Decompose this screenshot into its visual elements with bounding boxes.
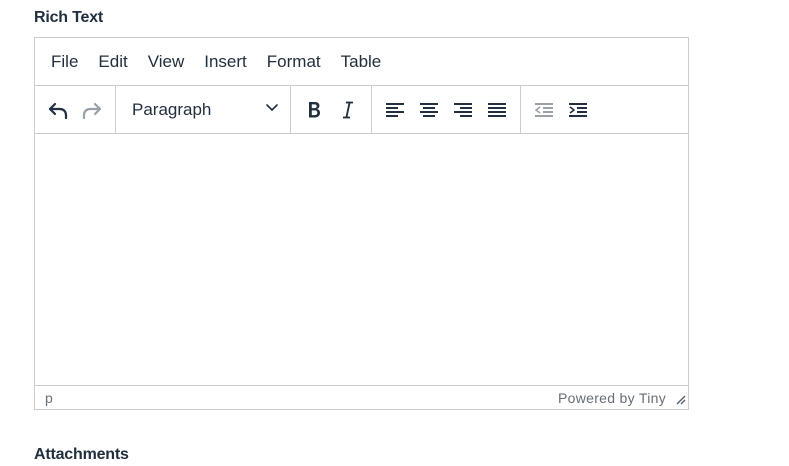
align-justify-icon [485,98,509,122]
rich-text-editor: File Edit View Insert Format Table Parag… [34,37,689,410]
italic-button[interactable] [331,93,365,127]
resize-handle[interactable] [672,394,686,408]
history-group [35,86,116,133]
outdent-button[interactable] [527,93,561,127]
outdent-icon [532,98,556,122]
redo-button[interactable] [75,93,109,127]
menu-format[interactable]: Format [257,47,331,76]
undo-icon [46,98,70,122]
indent-group [521,86,601,133]
resize-grip-icon [674,392,686,408]
redo-icon [80,98,104,122]
bold-icon [302,98,326,122]
editor-content-area[interactable] [35,134,688,387]
block-format-group: Paragraph [116,86,291,133]
alignment-group [372,86,521,133]
menu-table[interactable]: Table [331,47,392,76]
chevron-down-icon [264,99,280,120]
powered-by-link[interactable]: Powered by Tiny [558,390,666,406]
align-right-button[interactable] [446,93,480,127]
italic-icon [336,98,360,122]
bold-button[interactable] [297,93,331,127]
menu-insert[interactable]: Insert [194,47,257,76]
element-path[interactable]: p [45,390,53,406]
menu-view[interactable]: View [138,47,195,76]
menu-edit[interactable]: Edit [88,47,137,76]
align-left-icon [383,98,407,122]
align-left-button[interactable] [378,93,412,127]
formatting-group [291,86,372,133]
rich-text-label: Rich Text [34,9,104,26]
align-center-icon [417,98,441,122]
undo-button[interactable] [41,93,75,127]
editor-statusbar: p Powered by Tiny [35,385,688,409]
editor-toolbar: Paragraph [35,86,688,134]
attachments-label: Attachments [34,446,129,463]
editor-menubar: File Edit View Insert Format Table [35,38,688,86]
menu-file[interactable]: File [41,47,88,76]
block-format-value: Paragraph [132,99,212,119]
indent-icon [566,98,590,122]
align-justify-button[interactable] [480,93,514,127]
align-center-button[interactable] [412,93,446,127]
block-format-select[interactable]: Paragraph [122,93,284,127]
indent-button[interactable] [561,93,595,127]
align-right-icon [451,98,475,122]
